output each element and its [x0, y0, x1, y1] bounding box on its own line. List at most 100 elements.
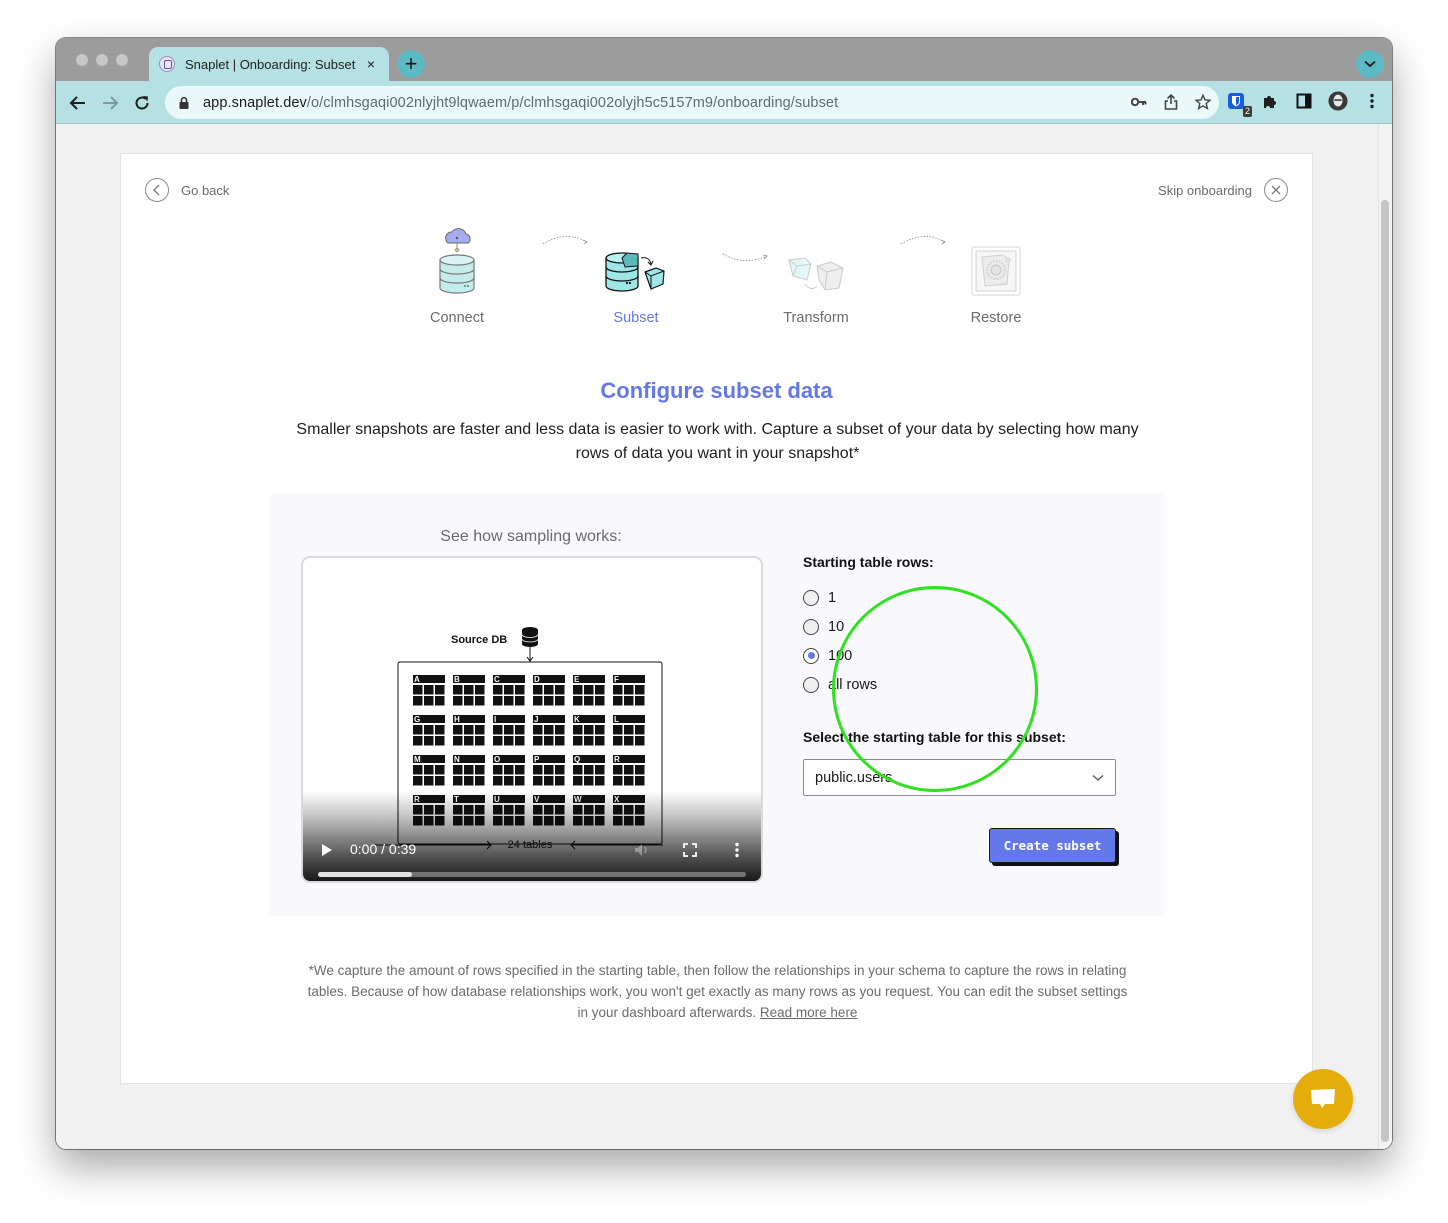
create-subset-button[interactable]: Create subset: [989, 828, 1116, 863]
browser-window: Snaplet | Onboarding: Subset × + app.sna…: [56, 38, 1392, 1149]
browser-toolbar: app.snaplet.dev/o/clmhsgaqi002nlyjht9lqw…: [56, 81, 1392, 124]
table-cell: [573, 685, 583, 695]
table-cell: [453, 776, 463, 786]
subset-config-panel: See how sampling works: Source DB A B C D E F…: [269, 493, 1165, 916]
video-progress-bar[interactable]: [318, 872, 746, 877]
minimize-window-button[interactable]: [96, 54, 108, 66]
radio-option-all-rows[interactable]: all rows: [803, 670, 1123, 699]
bookmark-star-icon[interactable]: [1195, 94, 1211, 110]
radio-option-100[interactable]: 100: [803, 641, 1123, 670]
tab-strip: Snaplet | Onboarding: Subset × +: [56, 38, 1392, 81]
go-back-button[interactable]: Go back: [145, 178, 229, 202]
step-subset[interactable]: Subset: [576, 216, 696, 326]
skip-onboarding-button[interactable]: Skip onboarding: [1158, 178, 1288, 202]
table-cell: [584, 725, 594, 735]
table-cell: [595, 765, 605, 775]
table-letter: C: [494, 675, 500, 684]
table-cell: [504, 696, 514, 706]
back-icon: [69, 96, 85, 110]
table-cell: [424, 776, 434, 786]
sampling-video-player[interactable]: Source DB ABCDEFGHIJKLMNOPQRRTUVWX 24: [301, 556, 763, 883]
extensions-button[interactable]: [1260, 90, 1280, 112]
zoom-window-button[interactable]: [116, 54, 128, 66]
table-cell: [635, 765, 645, 775]
kebab-menu-icon: [735, 842, 739, 858]
password-key-icon[interactable]: [1131, 94, 1147, 110]
fullscreen-button[interactable]: [682, 842, 698, 858]
browser-menu-button[interactable]: [1362, 90, 1382, 112]
step-restore[interactable]: Restore: [936, 216, 1056, 326]
table-letter: O: [494, 755, 500, 764]
table-cell: [435, 725, 445, 735]
radio-option-10[interactable]: 10: [803, 612, 1123, 641]
video-options-button[interactable]: [733, 842, 741, 858]
table-cell: [493, 765, 503, 775]
table-cell: [533, 765, 543, 775]
radio-button[interactable]: [803, 589, 819, 606]
table-cell: [453, 725, 463, 735]
radio-button[interactable]: [803, 618, 819, 635]
browser-tab[interactable]: Snaplet | Onboarding: Subset ×: [149, 47, 389, 81]
table-cell: [635, 736, 645, 746]
forward-button[interactable]: [98, 91, 122, 115]
table-cell: [435, 776, 445, 786]
reload-button[interactable]: [130, 91, 154, 115]
close-window-button[interactable]: [76, 54, 88, 66]
table-cell: [413, 776, 423, 786]
scrollbar-thumb[interactable]: [1381, 200, 1389, 1142]
starting-table-select[interactable]: public.users: [803, 759, 1116, 796]
address-bar[interactable]: app.snaplet.dev/o/clmhsgaqi002nlyjht9lqw…: [165, 86, 1219, 119]
table-m: M: [413, 755, 445, 786]
tab-search-button[interactable]: [1356, 50, 1384, 78]
table-cell: [584, 736, 594, 746]
table-cell: [595, 736, 605, 746]
table-cell: [515, 696, 525, 706]
play-button[interactable]: [320, 842, 334, 858]
table-cell: [624, 725, 634, 735]
table-cell: [515, 776, 525, 786]
radio-option-1[interactable]: 1: [803, 583, 1123, 612]
table-cell: [413, 696, 423, 706]
table-d: D: [533, 675, 565, 706]
go-back-label: Go back: [181, 182, 230, 198]
back-button[interactable]: [66, 91, 90, 115]
table-h: H: [453, 715, 485, 746]
table-g: G: [413, 715, 445, 746]
table-cell: [464, 765, 474, 775]
database-slice-icon: [605, 252, 665, 292]
table-cell: [613, 776, 623, 786]
read-more-link[interactable]: Read more here: [760, 1005, 858, 1020]
mute-button[interactable]: [633, 842, 651, 858]
new-tab-button[interactable]: +: [397, 50, 425, 78]
radio-button[interactable]: [803, 647, 819, 664]
table-cell: [544, 765, 554, 775]
table-cell: [533, 776, 543, 786]
table-cell: [624, 736, 634, 746]
table-cell: [435, 736, 445, 746]
tab-close-icon[interactable]: ×: [363, 56, 379, 72]
table-cell: [613, 736, 623, 746]
step-transform[interactable]: Transform: [756, 216, 876, 326]
bitwarden-extension-button[interactable]: 2: [1226, 90, 1252, 117]
table-cell: [453, 696, 463, 706]
table-cell: [464, 736, 474, 746]
step-connect[interactable]: Connect: [397, 216, 517, 326]
url-path: /o/clmhsgaqi002nlyjht9lqwaem/p/clmhsgaqi…: [306, 94, 839, 111]
table-letter: B: [454, 675, 460, 684]
radio-label: 1: [828, 589, 837, 606]
table-cell: [424, 685, 434, 695]
profile-avatar[interactable]: [1328, 90, 1348, 112]
support-chat-button[interactable]: [1293, 1069, 1353, 1129]
table-cell: [555, 736, 565, 746]
table-cell: [584, 685, 594, 695]
volume-icon: [635, 844, 647, 856]
page-scrollbar[interactable]: [1378, 124, 1392, 1149]
side-panel-button[interactable]: [1294, 90, 1314, 112]
share-icon[interactable]: [1163, 94, 1179, 110]
starting-table-label: Select the starting table for this subse…: [803, 729, 1066, 745]
radio-button[interactable]: [803, 676, 819, 693]
table-letter: L: [614, 715, 619, 724]
table-j: J: [533, 715, 565, 746]
table-cell: [424, 765, 434, 775]
table-letter: E: [574, 675, 580, 684]
